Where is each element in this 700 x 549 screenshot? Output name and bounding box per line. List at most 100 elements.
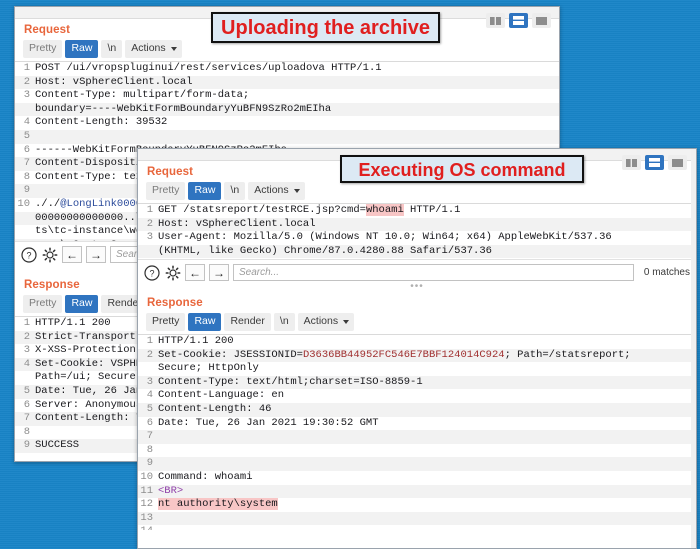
tab-raw[interactable]: Raw (65, 40, 99, 58)
line-number (15, 225, 35, 239)
line-number (138, 245, 158, 259)
code-line: 1 GET /statsreport/testRCE.jsp?cmd=whoami… (138, 204, 696, 218)
line-number: 1 (146, 204, 153, 216)
tab-pretty[interactable]: Pretty (146, 182, 186, 200)
annotation-banner-rce: Executing OS command (340, 155, 584, 183)
line-number: 6 (23, 143, 30, 156)
line-number: 11 (140, 484, 153, 497)
split-vertical-icon[interactable] (486, 13, 505, 28)
tab-pretty-response[interactable]: Pretty (146, 313, 186, 331)
split-horizontal-icon[interactable] (509, 13, 528, 28)
gear-icon[interactable] (164, 264, 181, 281)
code-line: (KHTML, like Gecko) Chrome/87.0.4280.88 … (138, 244, 696, 259)
line-text: Set-Cookie: JSESSIONID=D3636BB44952FC546… (158, 348, 631, 361)
code-line: 5 (15, 129, 559, 144)
search-next-button[interactable]: → (86, 246, 106, 263)
line-number: 4 (23, 357, 30, 370)
search-prev-button[interactable]: ← (185, 264, 205, 281)
layout-buttons-front[interactable] (622, 155, 687, 170)
code-line: 9 (138, 457, 696, 471)
annotation-banner-upload: Uploading the archive (211, 12, 440, 43)
tab-actions[interactable]: Actions (248, 182, 305, 200)
line-number: 8 (23, 170, 30, 183)
line-number: 1 (23, 62, 30, 74)
highlighted-output: nt authority\system (158, 498, 278, 511)
request-tabs-back[interactable]: Pretty Raw \n Actions (15, 40, 559, 61)
line-number: 3 (146, 375, 153, 388)
search-input-front[interactable]: Search... (233, 264, 634, 281)
line-number: 10 (17, 197, 30, 210)
code-line: 2 Host: vSphereClient.local (15, 75, 559, 90)
line-text: Content-Length: 46 (158, 402, 272, 415)
vertical-scrollbar[interactable] (691, 149, 696, 548)
split-vertical-icon[interactable] (622, 155, 641, 170)
tab-raw-response[interactable]: Raw (188, 313, 222, 331)
tab-newline-response[interactable]: \n (273, 313, 295, 331)
request-body-front[interactable]: 1 GET /statsreport/testRCE.jsp?cmd=whoami… (138, 203, 696, 259)
line-text (158, 430, 696, 444)
line-text (158, 512, 696, 526)
gear-icon[interactable] (41, 246, 58, 263)
splitter-handle-front[interactable]: ••• (138, 282, 696, 292)
line-number: 7 (23, 412, 30, 425)
code-line: Secure; HttpOnly (138, 362, 696, 376)
line-text: (KHTML, like Gecko) Chrome/87.0.4280.88 … (158, 244, 492, 257)
tab-actions-response[interactable]: Actions (297, 313, 355, 331)
code-line: boundary=----WebKitFormBoundaryYuBFN9SzR… (15, 102, 559, 117)
burp-window-rce[interactable]: Request Pretty Raw \n Actions 1 GET /stat… (137, 148, 697, 549)
single-pane-icon[interactable] (668, 155, 687, 170)
tab-raw-response[interactable]: Raw (65, 295, 99, 313)
line-number: 8 (146, 443, 153, 456)
line-number: 4 (138, 258, 158, 259)
line-number (15, 212, 35, 226)
code-line: 4 Content-Language: en (138, 389, 696, 403)
code-line: 3 Content-Type: text/html;charset=ISO-885… (138, 375, 696, 390)
line-text (158, 525, 696, 530)
line-number: 1 (23, 317, 30, 329)
single-pane-icon[interactable] (532, 13, 551, 28)
tab-pretty-response[interactable]: Pretty (23, 295, 63, 313)
tab-newline[interactable]: \n (224, 182, 246, 200)
help-icon[interactable]: ? (20, 246, 37, 263)
code-line: 1 HTTP/1.1 200 (138, 335, 696, 349)
tab-actions[interactable]: Actions (125, 40, 182, 58)
line-number: 5 (146, 402, 153, 415)
line-number: 4 (23, 116, 30, 129)
search-next-button[interactable]: → (209, 264, 229, 281)
tab-raw[interactable]: Raw (188, 182, 222, 200)
code-line: 7 (138, 430, 696, 444)
response-tabs-front[interactable]: Pretty Raw Render \n Actions (138, 313, 696, 334)
line-number: 3 (146, 231, 153, 244)
line-text: Host: vSphereClient.local (35, 75, 193, 88)
line-text: Command: whoami (158, 470, 253, 483)
response-body-front[interactable]: 1 HTTP/1.1 200 2 Set-Cookie: JSESSIONID=D36… (138, 334, 696, 530)
split-horizontal-icon[interactable] (645, 155, 664, 170)
line-number: 10 (140, 470, 153, 483)
line-number: 6 (23, 398, 30, 411)
line-text: Host: vSphereClient.local (158, 217, 316, 230)
help-icon[interactable]: ? (143, 264, 160, 281)
line-number: 2 (23, 330, 30, 343)
line-text: nt authority\system (158, 498, 696, 512)
line-text: Content-Length: 39532 (35, 116, 168, 129)
code-line: 13 (138, 511, 696, 526)
line-number (138, 362, 158, 376)
line-number: 5 (23, 384, 30, 397)
line-text: HTTP/1.1 200 (158, 335, 234, 347)
code-line: 3 Content-Type: multipart/form-data; (15, 89, 559, 103)
line-number: 9 (23, 439, 30, 452)
code-line: 3 User-Agent: Mozilla/5.0 (Windows NT 10.… (138, 231, 696, 245)
line-text (158, 258, 696, 259)
line-number: 3 (23, 344, 30, 357)
line-number: 5 (23, 129, 30, 142)
tab-newline[interactable]: \n (101, 40, 123, 58)
search-matches-count: 0 matches (643, 267, 690, 278)
line-number: 9 (146, 457, 153, 470)
tab-pretty[interactable]: Pretty (23, 40, 63, 58)
layout-buttons-back[interactable] (486, 13, 551, 28)
search-prev-button[interactable]: ← (62, 246, 82, 263)
tab-render-response[interactable]: Render (224, 313, 271, 331)
line-number: 2 (23, 75, 30, 88)
code-line: 12 nt authority\system (138, 498, 696, 512)
request-tabs-front[interactable]: Pretty Raw \n Actions (138, 182, 696, 203)
